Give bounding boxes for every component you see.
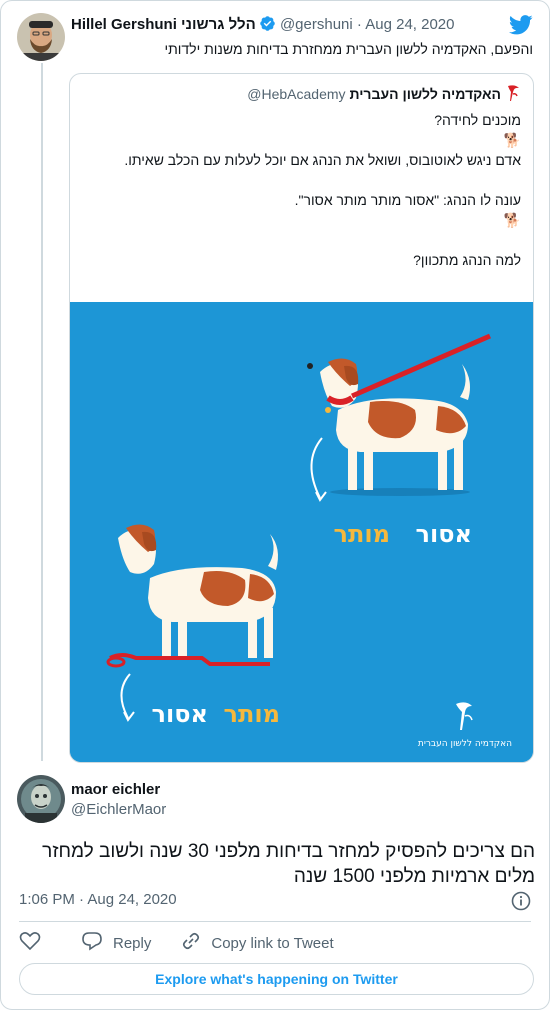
author-name[interactable]: Hillel Gershuni הלל גרשוני: [71, 16, 256, 33]
info-icon[interactable]: [511, 891, 531, 916]
tweet-text: והפעם, האקדמיה ללשון העברית ממחזרת בדיחו…: [164, 41, 533, 57]
author-handle[interactable]: @gershuni: [280, 16, 353, 33]
tweet-date[interactable]: · Aug 24, 2020: [357, 16, 455, 33]
tweet-header: Hillel Gershuni הלל גרשוני @gershuni · A…: [71, 15, 511, 37]
image-label-bottom-yellow: מותר: [224, 700, 280, 728]
quoted-author-name: האקדמיה ללשון העברית: [349, 86, 501, 102]
action-bar: Reply Copy link to Tweet: [19, 931, 364, 955]
copy-link-label: Copy link to Tweet: [211, 934, 334, 952]
embedded-tweet-card: Hillel Gershuni הלל גרשוני @gershuni · A…: [0, 0, 550, 1010]
quoted-line: [81, 170, 521, 190]
image-brand-text: האקדמיה ללשון העברית: [418, 739, 512, 749]
quoted-tweet-image[interactable]: אסור מותר מותר אסור האקדמיה ללשון העברית: [70, 302, 533, 762]
reply-button[interactable]: Reply: [81, 931, 151, 955]
tweet-text: הם צריכים להפסיק למחזר בדיחות מלפני 30 ש…: [42, 841, 535, 887]
tweet-timestamp[interactable]: 1:06 PM · Aug 24, 2020: [19, 891, 177, 908]
reply-label: Reply: [113, 934, 152, 952]
author-name[interactable]: maor eichler: [71, 781, 160, 798]
link-icon: [181, 931, 211, 955]
like-button[interactable]: [19, 931, 51, 955]
quoted-line: עונה לו הנהג: "אסור מותר מותר אסור".: [294, 192, 521, 208]
twitter-bird-icon[interactable]: [508, 15, 533, 40]
quoted-line: 🐕: [503, 212, 521, 228]
copy-link-button[interactable]: Copy link to Tweet: [181, 931, 334, 955]
divider: [19, 921, 531, 922]
academy-logo-icon: [505, 84, 521, 105]
reply-bubble-icon: [81, 931, 113, 955]
image-label-top-white: אסור: [416, 520, 472, 548]
quoted-tweet[interactable]: @HebAcademy האקדמיה ללשון העברית מוכנים …: [69, 73, 534, 763]
quoted-tweet-text: מוכנים לחידה? 🐕 אדם ניגש לאוטובוס, ושואל…: [81, 110, 521, 270]
author-handle[interactable]: @EichlerMaor: [71, 801, 166, 818]
avatar[interactable]: [17, 775, 65, 823]
verified-badge-icon: [259, 15, 276, 36]
image-label-top-yellow: מותר: [334, 520, 390, 548]
thread-line: [41, 63, 43, 761]
image-label-bottom-white: אסור: [152, 700, 208, 728]
quoted-line: אדם ניגש לאוטובוס, ושואל את הנהג אם יוכל…: [124, 152, 521, 168]
quoted-tweet-header: @HebAcademy האקדמיה ללשון העברית: [70, 84, 521, 106]
heart-icon: [19, 931, 51, 955]
quoted-line: מוכנים לחידה?: [434, 112, 521, 128]
quoted-line: [81, 230, 521, 250]
quoted-author-handle: @HebAcademy: [247, 86, 346, 102]
quoted-line: למה הנהג מתכוון?: [413, 252, 521, 268]
quoted-line: 🐕: [503, 132, 521, 148]
avatar[interactable]: [17, 13, 65, 61]
explore-twitter-button[interactable]: Explore what's happening on Twitter: [19, 963, 534, 995]
